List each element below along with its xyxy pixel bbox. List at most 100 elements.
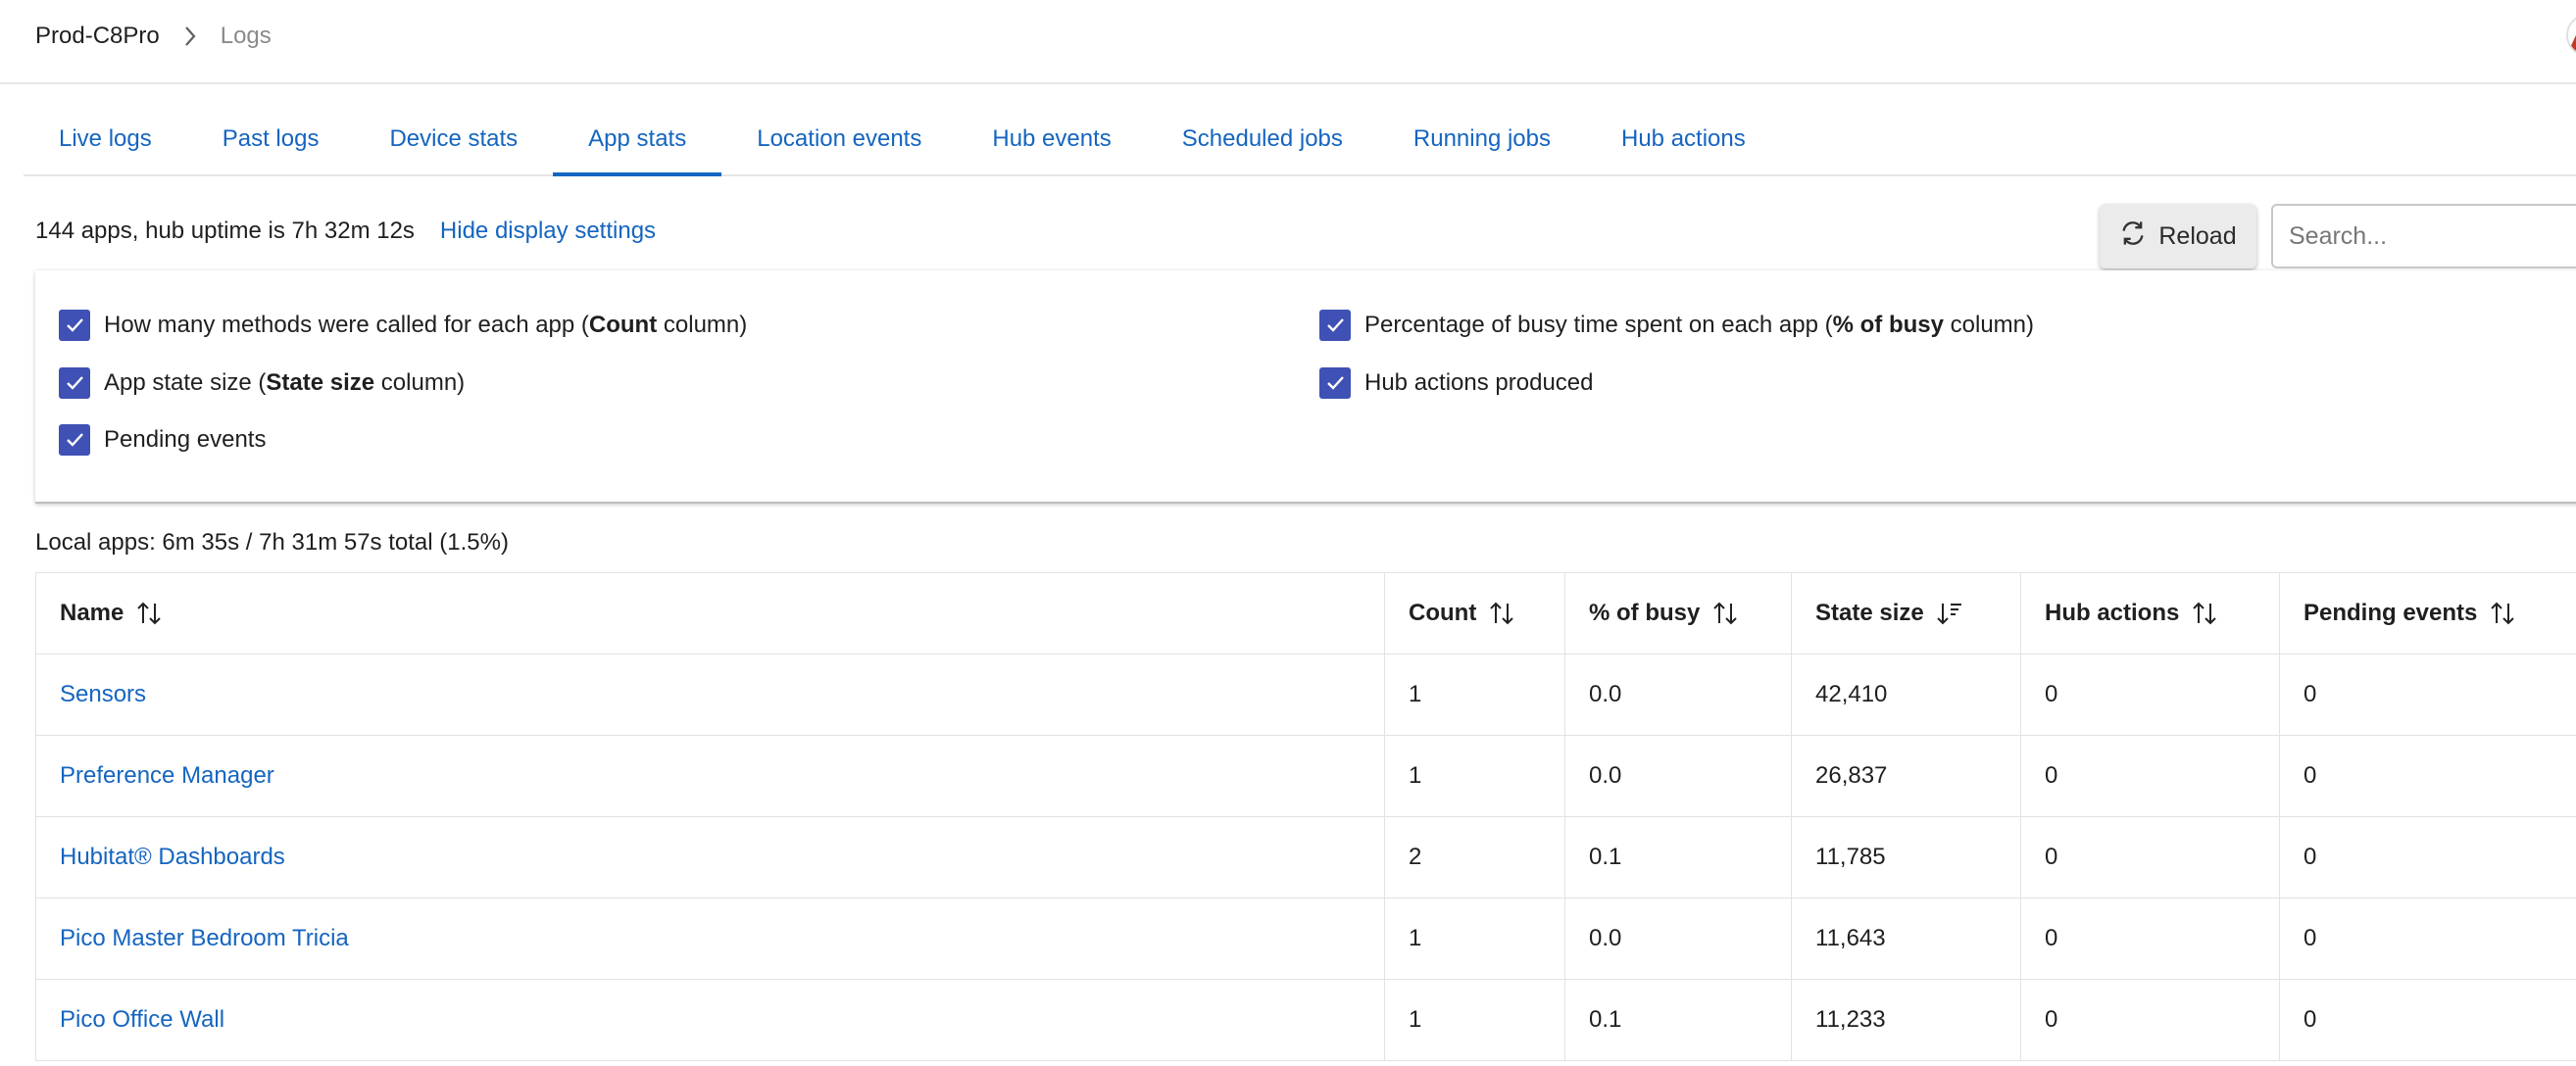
tab-device-stats[interactable]: Device stats [354,104,553,174]
tab-hub-events[interactable]: Hub events [957,104,1146,174]
tab-bar: Live logs Past logs Device stats App stats L… [24,104,2576,176]
column-label: Pending events [2304,600,2478,626]
tab-app-stats[interactable]: App stats [553,104,722,176]
option-count-column[interactable]: How many methods were called for each ap… [59,310,747,341]
sort-icon[interactable] [135,601,163,626]
option-count-text: How many methods were called for each ap… [104,312,589,338]
breadcrumb-hub-name[interactable]: Prod-C8Pro [35,23,160,50]
table-row: Pico Office Wall 1 0.1 11,233 0 0 [35,979,2576,1061]
column-header-pending-events[interactable]: Pending events [2279,572,2576,654]
cell-count: 1 [1384,897,1565,980]
cell-state-size: 26,837 [1791,735,2021,817]
apps-uptime-summary: 144 apps, hub uptime is 7h 32m 12s [35,218,415,244]
option-state-size-text: App state size ( [104,369,267,396]
sort-icon[interactable] [2489,601,2516,626]
column-header-of-busy[interactable]: % of busy [1564,572,1792,654]
avatar[interactable] [2566,14,2576,57]
option-pending-events[interactable]: Pending events [59,424,266,456]
column-header-count[interactable]: Count [1384,572,1565,654]
app-name-link[interactable]: Pico Office Wall [35,979,1385,1061]
table-body: Sensors 1 0.0 42,410 0 0 Preference Manager 1 0.… [35,654,2576,1061]
option-state-size-suffix: column) [374,369,466,396]
reload-label: Reload [2158,221,2237,250]
option-pending-events-label: Pending events [104,426,267,453]
tab-location-events[interactable]: Location events [721,104,957,174]
cell-hub-actions: 0 [2020,735,2280,817]
search-input[interactable] [2271,204,2576,268]
cell-pending-events: 0 [2279,654,2576,736]
app-name-link[interactable]: Sensors [35,654,1385,736]
table-row: Hubitat® Dashboards 2 0.1 11,785 0 0 [35,816,2576,898]
breadcrumb: Prod-C8Pro Logs [35,22,272,51]
sort-icon[interactable] [2191,601,2218,626]
sort-descending-icon[interactable] [1936,601,1963,626]
option-busy-text: Percentage of busy time spent on each ap… [1364,312,1833,338]
tab-past-logs[interactable]: Past logs [187,104,355,174]
tab-scheduled-jobs[interactable]: Scheduled jobs [1147,104,1378,174]
option-hub-actions-label: Hub actions produced [1364,369,1594,396]
chevron-right-icon [173,22,207,51]
tab-running-jobs[interactable]: Running jobs [1378,104,1586,174]
column-label: Hub actions [2045,600,2180,626]
cell-busy-percent: 0.0 [1564,735,1792,817]
cell-pending-events: 0 [2279,735,2576,817]
option-count-suffix: column) [657,312,748,338]
checkbox-checked-icon[interactable] [1319,310,1351,341]
app-name-link[interactable]: Preference Manager [35,735,1385,817]
cell-busy-percent: 0.1 [1564,816,1792,898]
breadcrumb-current: Logs [220,23,272,49]
app-name-link[interactable]: Pico Master Bedroom Tricia [35,897,1385,980]
summary-bar: 144 apps, hub uptime is 7h 32m 12s Hide … [35,218,656,245]
app-name-link[interactable]: Hubitat® Dashboards [35,816,1385,898]
hide-display-settings-link[interactable]: Hide display settings [440,218,656,245]
cell-hub-actions: 0 [2020,979,2280,1061]
cell-state-size: 11,643 [1791,897,2021,980]
table-row: Sensors 1 0.0 42,410 0 0 [35,654,2576,736]
cell-pending-events: 0 [2279,897,2576,980]
cell-state-size: 11,785 [1791,816,2021,898]
reload-button[interactable]: Reload [2100,204,2256,268]
cell-count: 2 [1384,816,1565,898]
column-header-hub-actions[interactable]: Hub actions [2020,572,2280,654]
top-bar: Prod-C8Pro Logs [0,0,2576,84]
cell-count: 1 [1384,735,1565,817]
checkbox-checked-icon[interactable] [59,424,90,456]
option-busy-bold: % of busy [1832,312,1944,338]
cell-busy-percent: 0.0 [1564,654,1792,736]
table-row: Preference Manager 1 0.0 26,837 0 0 [35,735,2576,817]
cell-busy-percent: 0.0 [1564,897,1792,980]
checkbox-checked-icon[interactable] [1319,367,1351,399]
sort-icon[interactable] [1711,601,1739,626]
display-settings-panel: How many methods were called for each ap… [35,270,2576,504]
cell-hub-actions: 0 [2020,816,2280,898]
refresh-icon [2119,219,2147,254]
cell-state-size: 42,410 [1791,654,2021,736]
option-state-size-column[interactable]: App state size (State size column) [59,367,465,399]
column-header-state-size[interactable]: State size [1791,572,2021,654]
local-apps-summary: Local apps: 6m 35s / 7h 31m 57s total (1… [35,529,509,556]
column-header-name[interactable]: Name [35,572,1385,654]
option-busy-suffix: column) [1943,312,2035,338]
option-hub-actions[interactable]: Hub actions produced [1319,367,1593,399]
cell-hub-actions: 0 [2020,654,2280,736]
cell-state-size: 11,233 [1791,979,2021,1061]
option-busy-column[interactable]: Percentage of busy time spent on each ap… [1319,310,2034,341]
cell-count: 1 [1384,979,1565,1061]
checkbox-checked-icon[interactable] [59,367,90,399]
tab-live-logs[interactable]: Live logs [24,104,187,174]
sort-icon[interactable] [1488,601,1515,626]
cell-busy-percent: 0.1 [1564,979,1792,1061]
checkbox-checked-icon[interactable] [59,310,90,341]
option-state-size-bold: State size [266,369,375,396]
column-label: % of busy [1589,600,1701,626]
column-label: State size [1815,600,1924,626]
column-label: Count [1409,600,1477,626]
cell-hub-actions: 0 [2020,897,2280,980]
app-stats-table: Name Count % of busy State size Hub actions P… [35,572,2576,1061]
column-label: Name [60,600,124,626]
tab-hub-actions[interactable]: Hub actions [1586,104,1781,174]
cell-pending-events: 0 [2279,816,2576,898]
cell-pending-events: 0 [2279,979,2576,1061]
option-count-bold: Count [588,312,658,338]
table-header-row: Name Count % of busy State size Hub actions P… [35,572,2576,654]
